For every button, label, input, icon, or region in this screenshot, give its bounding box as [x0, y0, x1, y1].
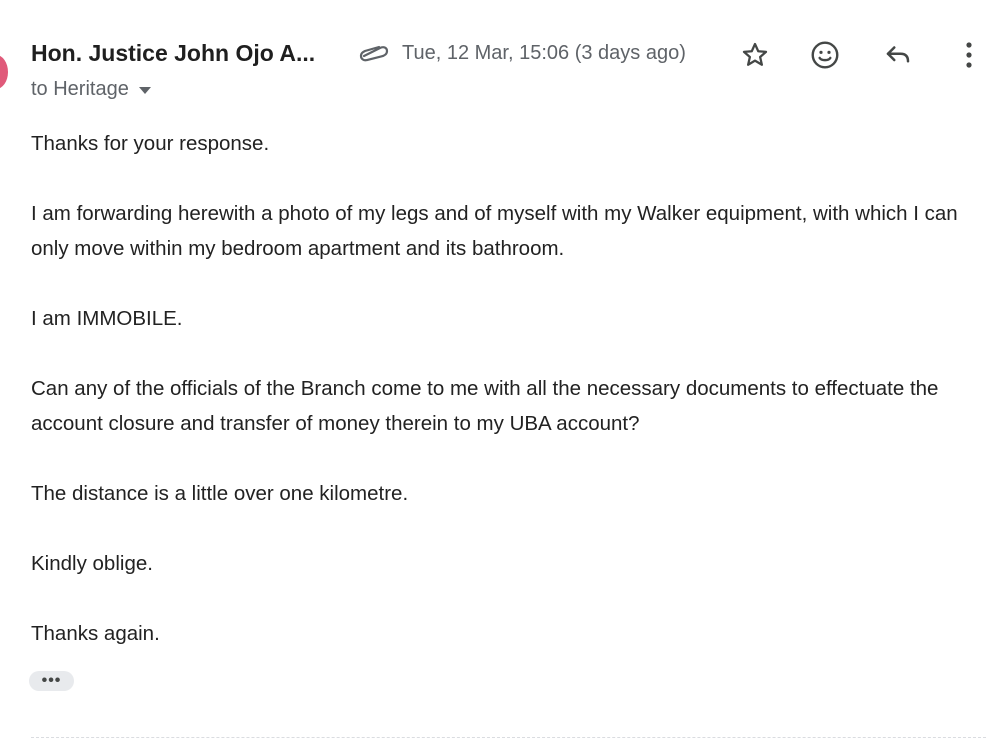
email-message-view: Hon. Justice John Ojo A... Tue, 12 Mar, …: [0, 0, 1004, 746]
more-options-button[interactable]: [951, 37, 987, 73]
sender-avatar[interactable]: [0, 55, 8, 89]
message-body: Thanks for your response. I am forwardin…: [31, 126, 986, 686]
chevron-down-icon: [138, 87, 151, 94]
add-reaction-button[interactable]: [807, 37, 843, 73]
paperclip-icon: [358, 44, 390, 62]
star-icon: [742, 42, 768, 66]
message-header: Hon. Justice John Ojo A... Tue, 12 Mar, …: [31, 37, 991, 73]
recipient-details-toggle[interactable]: to Heritage: [31, 78, 151, 101]
show-trimmed-content-button[interactable]: •••: [29, 671, 74, 691]
emoji-icon: [811, 41, 839, 69]
reply-button[interactable]: [880, 37, 916, 73]
sender-name[interactable]: Hon. Justice John Ojo A...: [31, 40, 315, 67]
message-paragraph: I am forwarding herewith a photo of my l…: [31, 202, 958, 260]
message-paragraph: Thanks again.: [31, 622, 160, 645]
reply-icon: [886, 46, 910, 63]
recipient-label: to Heritage: [31, 78, 129, 100]
message-paragraph: Kindly oblige.: [31, 552, 153, 575]
message-divider: [31, 737, 986, 738]
message-timestamp: Tue, 12 Mar, 15:06 (3 days ago): [402, 42, 686, 64]
message-paragraph: Thanks for your response.: [31, 132, 270, 155]
more-vert-icon: [966, 42, 972, 68]
message-paragraph: I am IMMOBILE.: [31, 307, 183, 330]
message-paragraph: The distance is a little over one kilome…: [31, 482, 409, 505]
star-button[interactable]: [737, 37, 773, 73]
message-paragraph: Can any of the officials of the Branch c…: [31, 377, 939, 435]
